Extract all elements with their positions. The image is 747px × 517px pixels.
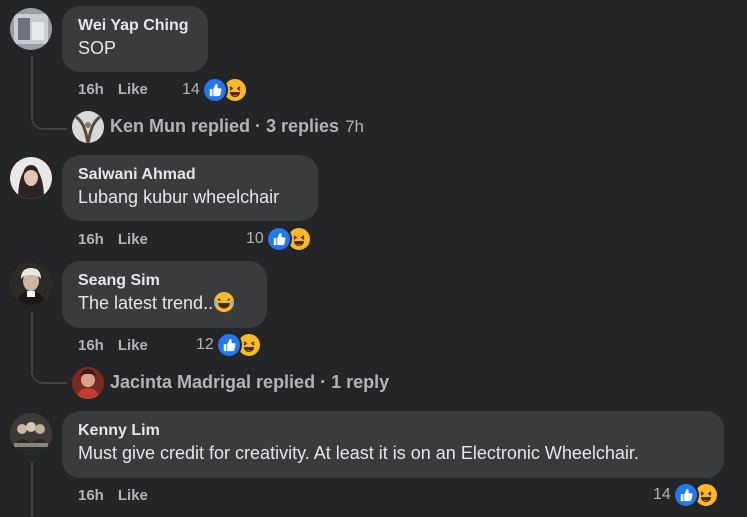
like-button[interactable]: Like [118,337,148,354]
avatar[interactable] [72,111,104,143]
comment-time[interactable]: 16h [78,487,104,504]
tears-of-joy-emoji-icon [213,291,235,313]
comment-author[interactable]: Seang Sim [78,270,251,291]
reaction-count: 14 [653,486,671,503]
replies-text[interactable]: Ken Mun replied · 3 replies [110,116,339,137]
comment-text-content: The latest trend.. [78,293,214,313]
comment-text: Must give credit for creativity. At leas… [78,443,639,463]
comment-author[interactable]: Salwani Ahmad [78,164,302,185]
thumbs-up-icon [201,77,228,103]
reaction-summary[interactable]: 10 [246,226,312,252]
comment-time[interactable]: 16h [78,81,104,98]
comment-time[interactable]: 16h [78,231,104,248]
avatar[interactable] [10,263,52,305]
comment-bubble: Wei Yap Ching SOP [62,6,208,72]
avatar[interactable] [72,367,104,399]
comment-actions: 16h Like [78,337,148,354]
view-replies-link[interactable]: Ken Mun replied · 3 replies 7h [110,116,364,137]
comment-actions: 16h Like [78,81,148,98]
reaction-summary[interactable]: 12 [196,332,262,358]
view-replies-link[interactable]: Jacinta Madrigal replied · 1 reply [110,372,389,393]
comment-author[interactable]: Kenny Lim [78,420,708,441]
thumbs-up-icon [672,482,699,508]
thread-line [31,56,33,108]
comment-actions: 16h Like [78,487,148,504]
like-button[interactable]: Like [118,487,148,504]
thumbs-up-icon [215,332,242,358]
reaction-count: 12 [196,336,214,353]
comment-text: Lubang kubur wheelchair [78,187,280,207]
comment-text: The latest trend.. [78,291,251,315]
comment-bubble: Salwani Ahmad Lubang kubur wheelchair [62,155,318,221]
thumbs-up-icon [265,226,292,252]
comment-bubble: Kenny Lim Must give credit for creativit… [62,411,724,478]
comment-author[interactable]: Wei Yap Ching [78,15,192,36]
reply-time: 7h [345,116,364,136]
comment-actions: 16h Like [78,231,148,248]
thread-connector [31,362,67,384]
reaction-count: 14 [182,81,200,98]
comment-text: SOP [78,38,117,58]
replies-text[interactable]: Jacinta Madrigal replied · 1 reply [110,372,389,393]
reaction-summary[interactable]: 14 [182,77,248,103]
comment-time[interactable]: 16h [78,337,104,354]
reaction-summary[interactable]: 14 [653,482,719,508]
thread-line [31,312,33,362]
reaction-count: 10 [246,230,264,247]
avatar[interactable] [10,413,52,455]
like-button[interactable]: Like [118,231,148,248]
thread-line [31,462,33,517]
avatar[interactable] [10,157,52,199]
like-button[interactable]: Like [118,81,148,98]
thread-connector [31,108,67,130]
avatar[interactable] [10,8,52,50]
comment-bubble: Seang Sim The latest trend.. [62,261,267,328]
